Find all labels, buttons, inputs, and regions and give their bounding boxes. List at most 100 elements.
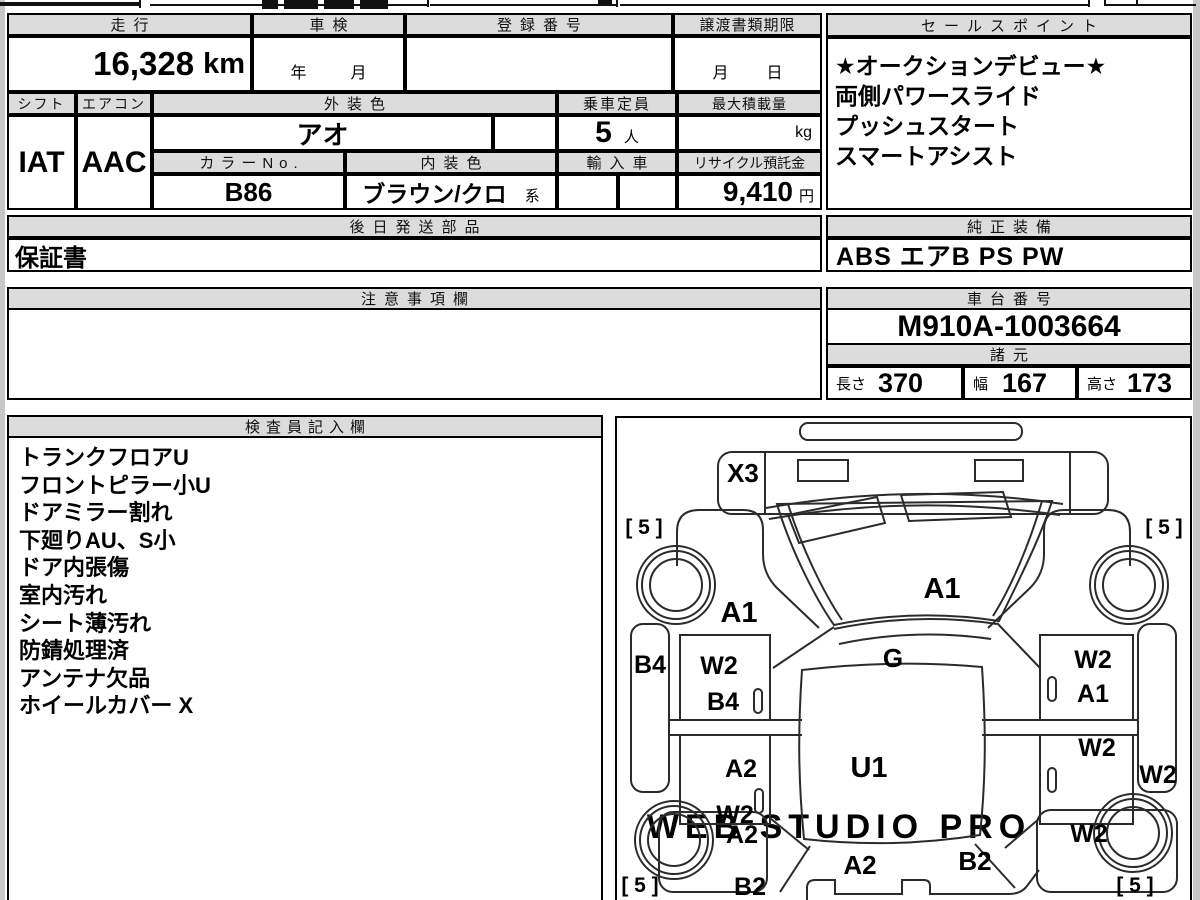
exterior-color-value: アオ bbox=[154, 117, 491, 149]
rear-right-door-damage-label: W2 bbox=[1078, 734, 1116, 762]
width-value: 167 bbox=[1002, 368, 1048, 398]
top-edge-fragment bbox=[620, 4, 1090, 6]
length-cell: 長さ 370 bbox=[828, 368, 961, 398]
interior-color-suffix: 系 bbox=[524, 188, 540, 205]
recycle-fee-header: リサイクル預託金 bbox=[679, 153, 820, 172]
left-rocker-panel bbox=[630, 623, 670, 793]
chassis-header: 車台番号 bbox=[828, 289, 1190, 308]
capacity-value-cell: 5 人 bbox=[559, 117, 675, 149]
sales-points-header: セールスポイント bbox=[828, 15, 1190, 35]
interior-color-value: ブラウン/クロ bbox=[362, 181, 507, 207]
top-edge-fragment bbox=[1088, 0, 1090, 7]
transfer-month-label: 月 bbox=[712, 65, 729, 82]
height-label: 高さ bbox=[1087, 375, 1118, 393]
front-right-door-damage-label: W2 bbox=[1074, 646, 1112, 674]
inspector-line: ドアミラー割れ bbox=[19, 500, 173, 526]
top-edge-fragment bbox=[324, 0, 354, 9]
rear-left-door-damage-label: A2 bbox=[725, 755, 757, 783]
inspector-line: シート薄汚れ bbox=[19, 610, 152, 636]
import-sub-cell bbox=[559, 176, 616, 208]
vehicle-info-table: 走行 車検 登録番号 譲渡書類期限 16,328 km 年 月 月 日 シフト … bbox=[7, 13, 822, 210]
sales-point-line: ★オークションデビュー★ bbox=[835, 53, 1107, 79]
inspector-body: トランクフロアU フロントピラー小U ドアミラー割れ 下廻りAU、S小 ドア内張… bbox=[9, 438, 601, 900]
inspector-line: ホイールカバー X bbox=[19, 693, 194, 719]
top-edge-fragment bbox=[360, 0, 388, 9]
inspector-line: アンテナ欠品 bbox=[19, 665, 151, 691]
notes-body bbox=[9, 310, 820, 398]
top-edge-fragment bbox=[616, 0, 618, 7]
max-load-value-cell: kg bbox=[679, 117, 820, 149]
registration-number-value-cell bbox=[407, 38, 671, 90]
front-right-door-damage-label: A1 bbox=[1077, 680, 1109, 708]
interior-color-value-cell: ブラウン/クロ 系 bbox=[347, 176, 555, 208]
max-load-header: 最大積載量 bbox=[679, 94, 820, 113]
recycle-fee-value: 9,410 bbox=[722, 176, 793, 207]
front-grille-bar bbox=[799, 422, 1023, 441]
chassis-value: M910A-1003664 bbox=[828, 310, 1190, 343]
later-parts-value: 保証書 bbox=[9, 240, 820, 270]
exterior-color-sub-cell bbox=[495, 117, 555, 149]
inspector-line: ドア内張傷 bbox=[19, 555, 130, 581]
tire-depth-front-right: [ 5 ] bbox=[1145, 516, 1182, 539]
exterior-color-header: 外装色 bbox=[154, 94, 555, 113]
later-parts-table: 後日発送部品 保証書 bbox=[7, 215, 822, 272]
sales-points-body: ★オークションデビュー★ 両側パワースライド プッシュスタート スマートアシスト bbox=[828, 39, 1190, 208]
car-damage-diagram: WEB STUDIO PRO X3 [5] [5] A1 A1 G U1… bbox=[621, 422, 1183, 900]
rear-bumper bbox=[806, 869, 1040, 900]
mileage-unit: km bbox=[203, 47, 245, 80]
auction-sheet-page: 走行 車検 登録番号 譲渡書類期限 16,328 km 年 月 月 日 シフト … bbox=[0, 0, 1200, 900]
capacity-unit: 人 bbox=[623, 129, 639, 146]
inspection-value-cell: 年 月 bbox=[254, 38, 403, 90]
recycle-fee-unit: 円 bbox=[798, 188, 814, 205]
color-no-header: カラーNo. bbox=[154, 153, 343, 172]
tailgate-damage-label: B2 bbox=[958, 846, 991, 876]
rear-left-quarter-damage-label: B2 bbox=[734, 873, 766, 900]
length-value: 370 bbox=[878, 368, 924, 398]
top-edge-fragment bbox=[0, 2, 141, 6]
rear-left-quarter-damage-label: A2 bbox=[726, 821, 758, 849]
registration-number-header: 登録番号 bbox=[407, 15, 671, 34]
inspector-box: 検査員記入欄 トランクフロアU フロントピラー小U ドアミラー割れ 下廻りAU、… bbox=[7, 415, 603, 900]
inspector-line: フロントピラー小U bbox=[19, 472, 211, 498]
shift-header: シフト bbox=[9, 94, 74, 113]
tire-depth-rear-left: [ 5 ] bbox=[621, 874, 658, 897]
top-edge-fragment bbox=[1136, 0, 1138, 6]
sales-point-line: スマートアシスト bbox=[835, 143, 1018, 169]
scan-edge-left bbox=[0, 0, 5, 900]
aircon-value: AAC bbox=[78, 117, 150, 208]
shift-value: IAT bbox=[9, 117, 74, 208]
inspector-line: 下廻りAU、S小 bbox=[19, 527, 176, 553]
mileage-value: 16,328 bbox=[93, 45, 195, 82]
recycle-fee-value-cell: 9,410 円 bbox=[679, 176, 820, 208]
length-label: 長さ bbox=[836, 375, 867, 393]
height-cell: 高さ 173 bbox=[1079, 368, 1190, 398]
width-label: 幅 bbox=[973, 375, 989, 393]
sales-points-box: セールスポイント ★オークションデビュー★ 両側パワースライド プッシュスタート… bbox=[826, 13, 1192, 210]
top-edge-fragment bbox=[1104, 4, 1196, 6]
top-edge-fragment bbox=[262, 0, 278, 9]
door-handle bbox=[1047, 767, 1057, 793]
sales-point-line: プッシュスタート bbox=[835, 113, 1019, 139]
door-handle bbox=[753, 688, 763, 714]
roof-damage-label: U1 bbox=[850, 752, 887, 784]
inspection-month-label: 月 bbox=[350, 65, 367, 82]
capacity-value: 5 bbox=[595, 117, 612, 149]
max-load-unit: kg bbox=[795, 124, 812, 141]
mileage-value-cell: 16,328 km bbox=[9, 38, 250, 90]
inspector-line: 室内汚れ bbox=[19, 582, 108, 608]
inspector-line: 防錆処理済 bbox=[19, 638, 130, 664]
front-left-fender-damage-label: A1 bbox=[720, 597, 757, 629]
scan-edge-right bbox=[1193, 0, 1200, 900]
dimensions-header: 諸元 bbox=[828, 345, 1190, 364]
right-rocker-damage-label: W2 bbox=[1139, 761, 1177, 789]
tire-depth-rear-right: [ 5 ] bbox=[1116, 874, 1153, 897]
inspection-header: 車検 bbox=[254, 15, 403, 34]
aircon-header: エアコン bbox=[78, 94, 150, 113]
top-edge-fragment bbox=[430, 4, 618, 6]
hood-damage-label: A1 bbox=[923, 573, 960, 605]
mileage-header: 走行 bbox=[9, 15, 250, 34]
rear-right-quarter-damage-label: W2 bbox=[1070, 820, 1108, 848]
front-left-door-damage-label: B4 bbox=[707, 688, 739, 716]
equipment-value: ABS エアB PS PW bbox=[828, 240, 1190, 270]
inspector-header: 検査員記入欄 bbox=[9, 417, 601, 436]
